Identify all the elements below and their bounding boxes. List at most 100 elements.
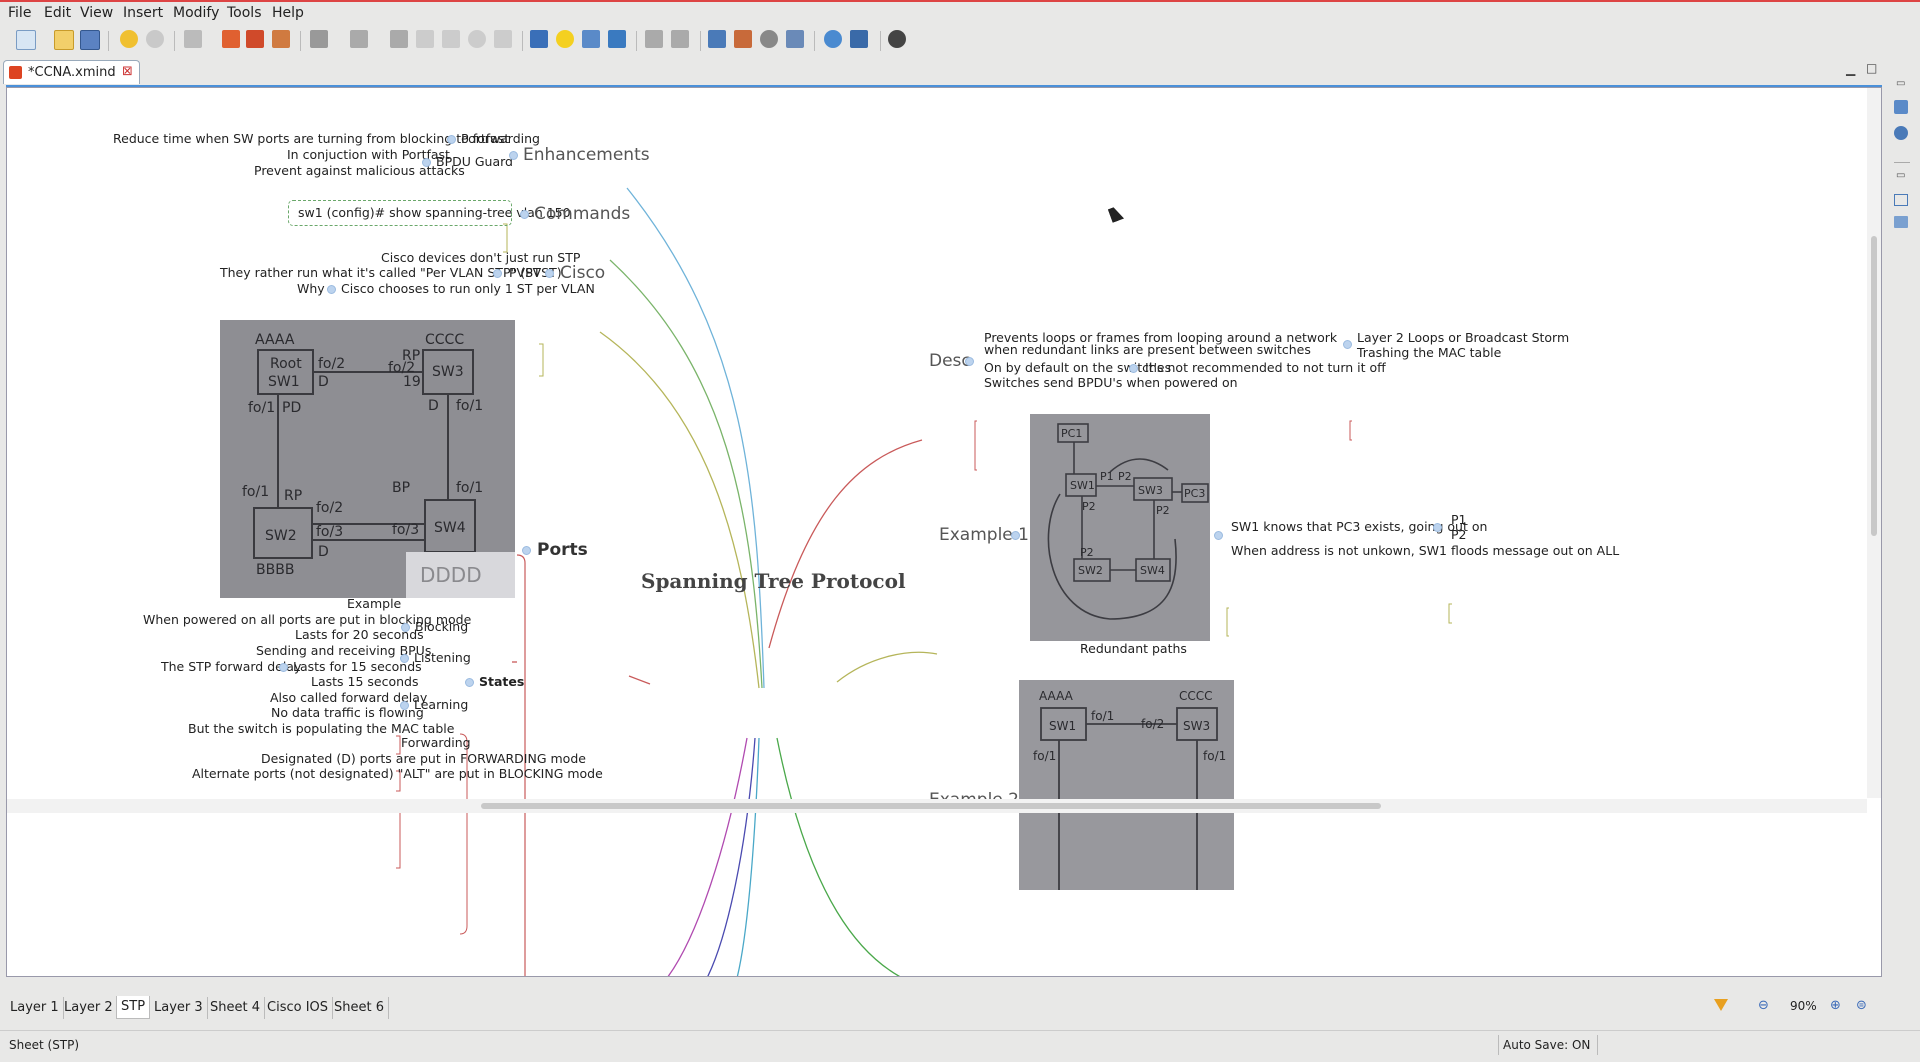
collapse-dot[interactable] — [522, 546, 531, 555]
collapse-dot[interactable] — [1433, 523, 1442, 532]
close-tab-icon[interactable]: ⊠ — [122, 64, 133, 79]
collapse-dot[interactable] — [965, 357, 974, 366]
upload-cloud-icon[interactable] — [824, 30, 842, 48]
label-icon[interactable] — [494, 30, 512, 48]
example2-image[interactable]: AAAA CCCC SW1 fo/1 fo/2 SW3 fo/1 fo/1 — [1019, 680, 1234, 890]
new-icon[interactable] — [16, 30, 36, 50]
share-icon[interactable] — [850, 30, 868, 48]
markers-icon[interactable] — [1894, 216, 1908, 228]
sheet-tab-sheet-6[interactable]: Sheet 6 — [330, 997, 389, 1019]
forwarding-topic[interactable]: Forwarding — [401, 735, 471, 750]
desc-default[interactable]: On by default on the switches — [984, 360, 1171, 375]
relationship-icon[interactable] — [272, 30, 290, 48]
alternate-note[interactable]: Alternate ports (not designated) "ALT" a… — [192, 766, 603, 781]
sheet-tab-sheet-4[interactable]: Sheet 4 — [206, 997, 265, 1019]
collapse-dot[interactable] — [422, 158, 431, 167]
status-autosave[interactable]: Auto Save: ON — [1503, 1038, 1590, 1052]
zoom-reset-icon[interactable]: ⊜ — [1856, 998, 1867, 1013]
ports-example-image[interactable]: AAAA Root SW1 fo/2 D fo/1 PD CCCC RP fo/… — [220, 320, 515, 598]
collapse-dot[interactable] — [1214, 531, 1223, 540]
cisco-topic[interactable]: Cisco — [560, 263, 605, 283]
clock-icon[interactable] — [760, 30, 778, 48]
why-note[interactable]: Why — [297, 281, 325, 296]
bpdu-guard-note-2[interactable]: Prevent against malicious attacks — [254, 163, 465, 178]
document-tab[interactable]: *CCNA.xmind ⊠ — [3, 60, 140, 84]
command-box[interactable]: sw1 (config)# show spanning-tree vlan 15… — [288, 200, 571, 226]
menu-view[interactable]: View — [80, 5, 113, 21]
ports-topic[interactable]: Ports — [537, 540, 588, 560]
menu-help[interactable]: Help — [272, 5, 304, 21]
designated-note[interactable]: Designated (D) ports are put in FORWARDI… — [261, 751, 586, 766]
drill-down-icon[interactable] — [310, 30, 328, 48]
undo-icon[interactable] — [120, 30, 138, 48]
sheet-tab-layer-2[interactable]: Layer 2 — [60, 997, 118, 1019]
horizontal-scroll-thumb[interactable] — [481, 803, 1381, 809]
presentation-icon[interactable] — [708, 30, 726, 48]
save-icon[interactable] — [80, 30, 100, 50]
menu-modify[interactable]: Modify — [173, 5, 219, 21]
task-icon[interactable] — [608, 30, 626, 48]
open-folder-icon[interactable] — [54, 30, 74, 50]
gear-icon[interactable] — [888, 30, 906, 48]
menu-file[interactable]: File — [8, 5, 31, 21]
learning-topic[interactable]: Learning — [414, 697, 468, 712]
overview-icon[interactable] — [1894, 126, 1908, 140]
audio-icon[interactable] — [671, 30, 689, 48]
collapse-dot[interactable] — [447, 135, 456, 144]
learning-note-4[interactable]: But the switch is populating the MAC tab… — [188, 721, 454, 736]
vertical-scrollbar[interactable] — [1867, 88, 1881, 798]
example2-topic[interactable]: Example 2 — [929, 790, 1019, 799]
redo-icon[interactable] — [146, 30, 164, 48]
filter-icon[interactable] — [1714, 999, 1728, 1011]
list-icon[interactable] — [246, 30, 264, 48]
collapse-dot[interactable] — [509, 151, 518, 160]
collapse-dot[interactable] — [545, 269, 554, 278]
minimize-icon[interactable]: ▁ — [1846, 62, 1855, 76]
vertical-scroll-thumb[interactable] — [1871, 236, 1877, 536]
notes-icon[interactable] — [530, 30, 548, 48]
select-all-icon[interactable] — [222, 30, 240, 48]
sheet-tab-cisco-ios[interactable]: Cisco IOS — [263, 997, 334, 1019]
states-topic[interactable]: States — [479, 674, 524, 689]
desc-sub-1[interactable]: Layer 2 Loops or Broadcast Storm — [1357, 330, 1569, 345]
format-painter-icon[interactable] — [184, 30, 202, 48]
listening-topic[interactable]: Listening — [414, 650, 471, 665]
marker-icon[interactable] — [468, 30, 486, 48]
outline-view-icon[interactable] — [1894, 100, 1908, 114]
collapse-dot[interactable] — [1129, 364, 1138, 373]
summary-icon[interactable] — [442, 30, 460, 48]
collapse-dot[interactable] — [465, 678, 474, 687]
mindmap-canvas[interactable]: Spanning Tree Protocol Reduce time when … — [6, 87, 1882, 977]
bpdu-guard-topic[interactable]: BPDU Guard — [436, 154, 513, 169]
restore-icon[interactable]: ▭ — [1896, 78, 1905, 89]
menu-edit[interactable]: Edit — [44, 5, 71, 21]
collapse-dot[interactable] — [279, 663, 288, 672]
zoom-in-icon[interactable]: ⊕ — [1830, 998, 1841, 1013]
central-topic[interactable]: Spanning Tree Protocol — [641, 569, 906, 593]
example1-floods[interactable]: When address is not unkown, SW1 floods m… — [1231, 543, 1619, 558]
sheet-tab-layer-1[interactable]: Layer 1 — [6, 997, 64, 1019]
sheet-tab-stp[interactable]: STP — [116, 996, 151, 1019]
portfast-topic[interactable]: Portfast — [461, 131, 509, 146]
attachment-icon[interactable] — [390, 30, 408, 48]
hyperlink-icon[interactable] — [645, 30, 663, 48]
zoom-fit-icon[interactable] — [786, 30, 804, 48]
blocking-topic[interactable]: Blocking — [415, 619, 468, 634]
collapse-dot[interactable] — [1343, 340, 1352, 349]
cisco-note[interactable]: Cisco devices don't just run STP — [381, 250, 580, 265]
collapse-dot[interactable] — [400, 654, 409, 663]
cisco-chooses-topic[interactable]: Cisco chooses to run only 1 ST per VLAN — [341, 281, 595, 296]
example1-port-p2[interactable]: P2 — [1451, 527, 1467, 542]
menu-insert[interactable]: Insert — [123, 5, 163, 21]
pvst-topic[interactable]: PVST — [509, 265, 541, 280]
example1-image[interactable]: PC1 SW1 P1 P2 SW3 PC3 P2 P2 SW2 SW4 P2 — [1030, 414, 1210, 641]
desc-default-note[interactable]: It's not recommended to not turn it off — [1145, 360, 1386, 375]
zoom-out-icon[interactable]: ⊖ — [1758, 998, 1769, 1013]
collapse-dot[interactable] — [1011, 531, 1020, 540]
collapse-dot[interactable] — [401, 623, 410, 632]
learning-note-1[interactable]: Lasts 15 seconds — [311, 674, 419, 689]
example1-knows[interactable]: SW1 knows that PC3 exists, going out on — [1231, 519, 1487, 534]
gantt-icon[interactable] — [734, 30, 752, 48]
desc-sub-2[interactable]: Trashing the MAC table — [1357, 345, 1501, 360]
example1-port-p1[interactable]: P1 — [1451, 512, 1467, 527]
